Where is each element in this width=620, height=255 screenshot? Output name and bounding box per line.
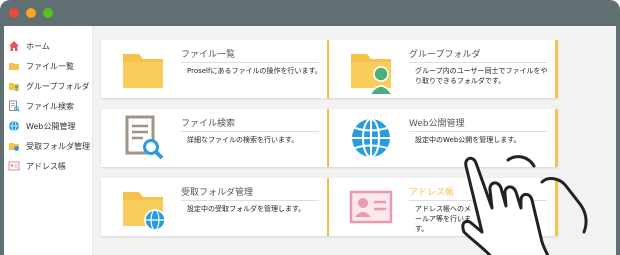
card-description: Proselfにあるファイルの操作を行います。 <box>187 67 322 75</box>
sidebar-item-home[interactable]: ホーム <box>8 38 50 54</box>
window-frame-right <box>616 26 620 255</box>
home-icon <box>9 41 19 51</box>
divider <box>409 131 547 132</box>
folder-icon <box>9 63 19 70</box>
file-search-icon <box>9 100 20 112</box>
card-receive-folder[interactable]: 受取フォルダ管理 設定中の受取フォルダを管理します。 <box>101 178 330 236</box>
card-title: グループフォルダ <box>409 50 481 60</box>
sidebar-item-label: グループフォルダ <box>26 81 90 91</box>
address-book-icon <box>8 161 20 171</box>
pointing-hand-icon <box>461 155 588 255</box>
card-group-folder[interactable]: グループフォルダ グループ内のユーザー同士でファイルをやり取りできるフォルダです… <box>329 40 558 98</box>
sidebar-item-file-search[interactable]: ファイル検索 <box>8 98 74 114</box>
folder-icon <box>123 54 163 88</box>
group-folder-icon <box>351 54 393 94</box>
address-book-icon <box>349 190 393 224</box>
file-search-icon <box>125 115 164 160</box>
sidebar-item-label: ホーム <box>26 41 50 51</box>
globe-icon <box>9 120 19 132</box>
card-description: 設定中の受取フォルダを管理します。 <box>187 205 306 213</box>
card-title: ファイル検索 <box>181 119 236 129</box>
sidebar-item-address-book[interactable]: アドレス帳 <box>8 158 66 174</box>
sidebar-item-receive-folder[interactable]: 受取フォルダ管理 <box>8 138 90 154</box>
group-folder-icon <box>9 83 19 91</box>
card-description: グループ内のユーザー同士でファイルをやり取りできるフォルダです。 <box>415 67 548 85</box>
sidebar-item-label: Web公開管理 <box>26 121 76 131</box>
minimize-button[interactable] <box>26 8 36 18</box>
divider <box>409 62 547 63</box>
card-title: アドレス帳 <box>409 188 455 198</box>
maximize-button[interactable] <box>43 8 53 18</box>
receive-folder-icon <box>9 143 19 151</box>
card-file-search[interactable]: ファイル検索 詳細なファイルの検索を行います。 <box>101 109 330 167</box>
sidebar-item-label: ファイル検索 <box>26 101 74 111</box>
divider <box>181 131 319 132</box>
card-title: Web公開管理 <box>409 119 465 129</box>
sidebar-item-web-publish[interactable]: Web公開管理 <box>8 118 75 134</box>
sidebar: ホーム ファイル一覧 グループフォルダ ファイル検索 Web公開管理 受取フォル… <box>4 26 93 255</box>
card-title: 受取フォルダ管理 <box>181 188 254 198</box>
title-bar <box>0 0 620 26</box>
sidebar-item-group-folder[interactable]: グループフォルダ <box>8 78 90 94</box>
sidebar-item-file-list[interactable]: ファイル一覧 <box>8 58 74 74</box>
sidebar-item-label: アドレス帳 <box>26 161 66 171</box>
divider <box>181 200 319 201</box>
sidebar-item-label: 受取フォルダ管理 <box>26 141 90 151</box>
divider <box>181 62 319 63</box>
receive-folder-icon <box>123 192 166 231</box>
card-description: 設定中のWeb公開を管理します。 <box>415 136 521 144</box>
card-description: 詳細なファイルの検索を行います。 <box>187 136 299 144</box>
globe-icon <box>352 118 390 158</box>
card-file-list[interactable]: ファイル一覧 Proselfにあるファイルの操作を行います。 <box>101 40 330 98</box>
close-button[interactable] <box>9 8 19 18</box>
sidebar-item-label: ファイル一覧 <box>26 61 74 71</box>
card-title: ファイル一覧 <box>181 50 236 60</box>
app-window: ホーム ファイル一覧 グループフォルダ ファイル検索 Web公開管理 受取フォル… <box>0 0 620 255</box>
